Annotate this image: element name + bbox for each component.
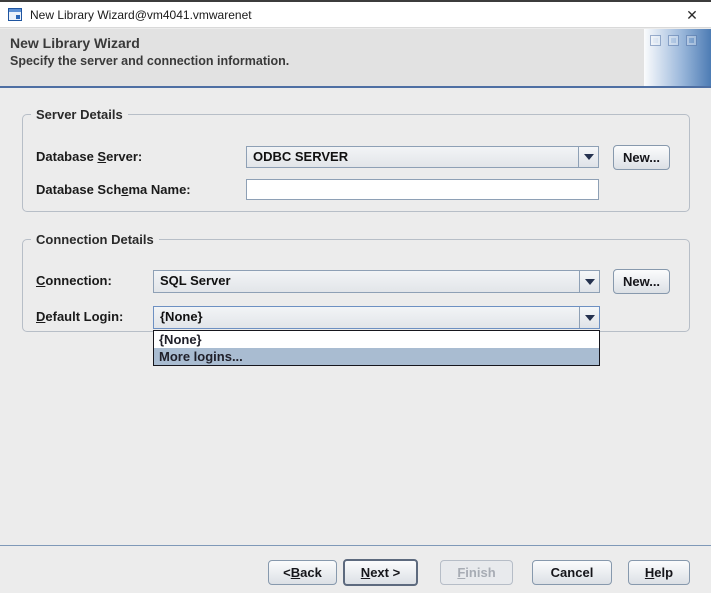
header-decoration	[644, 29, 711, 86]
default-login-dropdown-button[interactable]	[579, 307, 599, 328]
connection-dropdown-button[interactable]	[579, 271, 599, 292]
close-icon[interactable]: ✕	[683, 6, 701, 24]
decoration-square-icon	[650, 35, 661, 46]
server-details-legend: Server Details	[31, 107, 128, 122]
button-label: ack	[300, 565, 322, 580]
label-mnemonic: D	[36, 309, 46, 324]
decoration-squares	[650, 35, 697, 46]
chevron-down-icon	[584, 278, 595, 285]
connection-details-legend: Connection Details	[31, 232, 159, 247]
server-new-button[interactable]: New...	[613, 145, 670, 170]
button-mnemonic: N	[360, 565, 371, 580]
window-title: New Library Wizard@vm4041.vmwarenet	[30, 8, 252, 22]
database-server-combobox[interactable]: ODBC SERVER	[246, 146, 599, 168]
connection-label: Connection:	[36, 273, 112, 288]
button-mnemonic: F	[457, 565, 466, 580]
decoration-square-icon	[668, 35, 679, 46]
label-mnemonic: S	[97, 149, 107, 164]
label-text: Database Sch	[36, 182, 122, 197]
default-login-value: {None}	[160, 309, 203, 324]
app-window-icon	[8, 8, 22, 21]
label-mnemonic: e	[121, 182, 129, 197]
connection-new-button[interactable]: New...	[613, 269, 670, 294]
finish-button[interactable]: Finish	[440, 560, 513, 585]
connection-value: SQL Server	[160, 273, 231, 288]
button-mnemonic: B	[290, 565, 301, 580]
back-button[interactable]: < Back	[268, 560, 337, 585]
database-schema-label: Database Schema Name:	[36, 182, 191, 197]
database-server-label: Database Server:	[36, 149, 142, 164]
next-button[interactable]: Next >	[343, 559, 418, 586]
default-login-label: Default Login:	[36, 309, 123, 324]
button-mnemonic: H	[644, 565, 655, 580]
wizard-dialog: New Library Wizard@vm4041.vmwarenet ✕ Ne…	[0, 0, 711, 593]
button-label: Cancel	[550, 565, 594, 580]
button-label: ext >	[370, 565, 401, 580]
button-label: inish	[465, 565, 496, 580]
decoration-square-icon	[686, 35, 697, 46]
server-details-group: Server Details Database Server: ODBC SER…	[22, 107, 690, 212]
button-label: <	[283, 565, 291, 580]
connection-details-group: Connection Details Connection: SQL Serve…	[22, 232, 690, 366]
wizard-header: New Library Wizard Specify the server an…	[0, 29, 711, 88]
chevron-down-icon	[583, 154, 594, 160]
cancel-button[interactable]: Cancel	[532, 560, 612, 585]
label-text: onnection:	[45, 273, 112, 288]
button-label: New...	[622, 274, 661, 289]
label-text: ma Name:	[128, 182, 191, 197]
connection-combobox[interactable]: SQL Server	[153, 270, 600, 293]
label-text: efault Login:	[45, 309, 124, 324]
database-server-dropdown-button[interactable]	[578, 147, 598, 167]
default-login-dropdown-list: {None} More logins...	[153, 330, 600, 366]
dropdown-option-none[interactable]: {None}	[154, 331, 599, 348]
page-subtitle: Specify the server and connection inform…	[10, 54, 290, 68]
label-text: Database	[36, 149, 98, 164]
chevron-down-icon	[584, 314, 595, 321]
database-server-value: ODBC SERVER	[253, 149, 349, 164]
database-schema-input[interactable]	[246, 179, 599, 200]
page-title: New Library Wizard	[10, 35, 140, 51]
button-label: elp	[654, 565, 674, 580]
button-label: New...	[622, 150, 661, 165]
help-button[interactable]: Help	[628, 560, 690, 585]
label-mnemonic: C	[36, 273, 46, 288]
label-text: erver:	[106, 149, 143, 164]
default-login-combobox[interactable]: {None}	[153, 306, 600, 329]
title-bar[interactable]: New Library Wizard@vm4041.vmwarenet ✕	[0, 2, 711, 28]
dropdown-option-more-logins[interactable]: More logins...	[154, 348, 599, 365]
button-row-separator	[0, 545, 711, 546]
